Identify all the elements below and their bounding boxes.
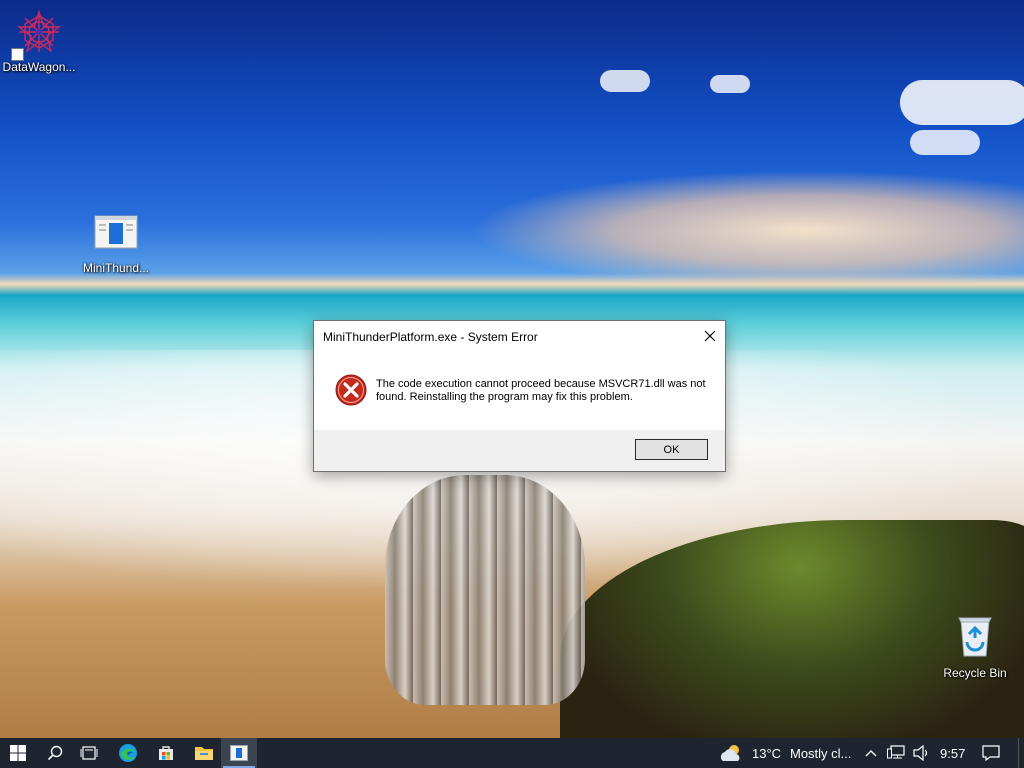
weather-condition[interactable]: Mostly cl... — [790, 738, 851, 768]
wallpaper-cloud — [900, 80, 1024, 125]
desktop-icon-label: MiniThund... — [82, 261, 150, 275]
wallpaper-waterfall — [385, 475, 585, 705]
show-hidden-icons-button[interactable] — [862, 738, 880, 768]
desktop-icon-minithunder[interactable]: MiniThund... — [74, 215, 158, 275]
notification-icon — [982, 745, 1000, 761]
taskbar: 13°C Mostly cl... 9:57 — [0, 738, 1024, 768]
taskbar-clock[interactable]: 9:57 — [940, 738, 965, 768]
store-icon — [159, 746, 173, 760]
error-icon — [335, 374, 367, 406]
taskbar-file-explorer[interactable] — [186, 738, 222, 768]
weather-temperature[interactable]: 13°C — [752, 738, 781, 768]
dialog-footer: OK — [314, 430, 725, 471]
wallpaper-cloud — [710, 75, 750, 93]
ok-button[interactable]: OK — [635, 439, 708, 460]
system-error-dialog: MiniThunderPlatform.exe - System Error T… — [313, 320, 726, 472]
desktop-icon-label: DataWagon... — [2, 60, 76, 74]
volume-button[interactable] — [910, 738, 934, 768]
search-button[interactable] — [38, 738, 72, 768]
app-window-icon — [230, 745, 248, 761]
wallpaper-cloud — [910, 130, 980, 155]
search-icon — [47, 745, 63, 761]
wallpaper-cloud — [600, 70, 650, 92]
shortcut-arrow-icon — [11, 48, 24, 61]
dialog-message: The code execution cannot proceed becaus… — [376, 378, 706, 403]
taskbar-store[interactable] — [148, 738, 184, 768]
file-explorer-icon — [195, 747, 213, 760]
show-desktop-button[interactable] — [1018, 738, 1024, 768]
task-view-icon — [80, 746, 98, 760]
speaker-icon — [913, 745, 928, 761]
desktop-icon-recycle-bin[interactable]: Recycle Bin — [933, 614, 1017, 680]
close-icon — [704, 330, 716, 342]
taskbar-minithunder[interactable] — [221, 738, 257, 768]
network-button[interactable] — [884, 738, 908, 768]
desktop-icon-label: Recycle Bin — [943, 666, 1007, 680]
edge-icon — [119, 744, 137, 762]
start-button[interactable] — [0, 738, 36, 768]
wallpaper-clouds — [470, 170, 1024, 290]
notifications-button[interactable] — [978, 738, 1004, 768]
weather-cloud-sun-icon — [720, 745, 740, 761]
network-icon — [887, 745, 905, 759]
windows-start-icon — [10, 745, 26, 761]
dialog-title: MiniThunderPlatform.exe - System Error — [323, 330, 538, 344]
recycle-bin-icon — [958, 617, 992, 657]
app-window-icon — [94, 215, 138, 249]
taskbar-edge[interactable] — [110, 738, 146, 768]
close-button[interactable] — [695, 321, 725, 351]
weather-widget-icon[interactable] — [716, 738, 746, 768]
task-view-button[interactable] — [72, 738, 106, 768]
chevron-up-icon — [865, 750, 877, 757]
desktop-icon-datawagon[interactable]: DataWagon... — [0, 8, 81, 74]
